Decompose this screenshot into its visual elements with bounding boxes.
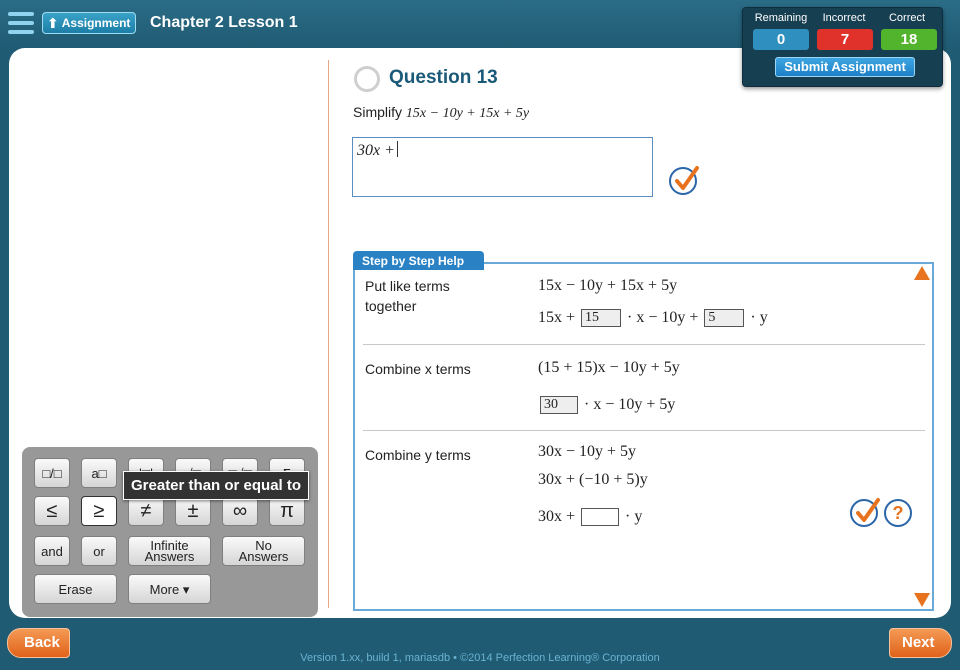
submit-assignment-button[interactable]: Submit Assignment: [775, 57, 915, 77]
checkmark-icon: [675, 166, 699, 190]
and-key[interactable]: and: [34, 536, 70, 566]
check-answer-button[interactable]: [669, 166, 699, 195]
step-expression: 15x − 10y + 15x + 5y: [538, 277, 678, 294]
step-row: Put like terms together 15x − 10y + 15x …: [363, 264, 925, 345]
step-input-box[interactable]: 5: [704, 309, 745, 328]
no-answers-key[interactable]: No Answers: [222, 536, 305, 566]
expr-part: · x − 10y + 5y: [584, 396, 676, 413]
footer-text: Version 1.xx, build 1, mariasdb • ©2014 …: [300, 652, 660, 664]
step-expression: (15 + 15)x − 10y + 5y: [538, 359, 680, 376]
expr-part: 15x +: [538, 309, 576, 326]
help-icon[interactable]: ?: [884, 499, 912, 527]
expr-part: 30x +: [538, 508, 576, 525]
question-status-circle: [354, 66, 380, 92]
expr-part: · y: [625, 508, 643, 525]
expr-part: · y: [750, 309, 768, 326]
keypad-tooltip: Greater than or equal to: [123, 471, 310, 500]
scroll-down-icon[interactable]: [914, 593, 930, 607]
step-expression: 15x + 15 · x − 10y + 5 · y: [538, 309, 768, 328]
correct-count: 18: [881, 29, 937, 50]
score-panel: Remaining 0 Incorrect 7 Correct 18 Submi…: [742, 7, 943, 87]
not-equal-key[interactable]: ≠: [128, 496, 164, 526]
menu-icon[interactable]: [8, 12, 34, 34]
incorrect-label: Incorrect: [822, 12, 866, 24]
divider: [328, 60, 329, 608]
or-key[interactable]: or: [81, 536, 117, 566]
erase-key[interactable]: Erase: [34, 574, 117, 604]
step-row: Combine x terms (15 + 15)x − 10y + 5y 30…: [363, 345, 925, 431]
up-arrow-icon: ⬆: [47, 14, 59, 31]
step-row: Combine y terms 30x − 10y + 5y 30x + (−1…: [363, 431, 925, 571]
incorrect-count: 7: [817, 29, 873, 50]
text-caret: [396, 141, 398, 157]
step-input-box[interactable]: [581, 508, 620, 527]
pi-key[interactable]: π: [269, 496, 305, 526]
step-expression: 30x + · y: [538, 508, 643, 527]
step-expression: 30x + (−10 + 5)y: [538, 471, 648, 488]
step-expression: 30x − 10y + 5y: [538, 443, 637, 460]
plus-minus-key[interactable]: ±: [175, 496, 211, 526]
remaining-label: Remaining: [754, 12, 808, 24]
fraction-key[interactable]: □/□: [34, 458, 70, 488]
assignment-button[interactable]: ⬆ Assignment: [42, 12, 136, 34]
step-label: Combine y terms: [365, 447, 471, 463]
step-expression: 30 · x − 10y + 5y: [538, 396, 676, 415]
infinite-answers-key[interactable]: Infinite Answers: [128, 536, 211, 566]
step-help-tab: Step by Step Help: [353, 251, 484, 270]
step-label: Combine x terms: [365, 361, 471, 377]
check-step-button[interactable]: [850, 498, 880, 527]
correct-label: Correct: [888, 12, 926, 24]
infinity-key[interactable]: ∞: [222, 496, 258, 526]
step-help-panel: Put like terms together 15x − 10y + 15x …: [353, 262, 934, 611]
assignment-label: Assignment: [61, 16, 131, 30]
step-input-box[interactable]: 30: [540, 396, 578, 415]
expr-part: · x − 10y +: [627, 309, 699, 326]
answer-input[interactable]: 30x +: [352, 137, 653, 197]
question-title: Question 13: [389, 67, 498, 88]
greater-equal-key[interactable]: ≥: [81, 496, 117, 526]
step-label: Put like terms together: [365, 278, 450, 314]
less-equal-key[interactable]: ≤: [34, 496, 70, 526]
answer-value: 30x +: [357, 142, 395, 159]
chapter-title: Chapter 2 Lesson 1: [150, 14, 298, 31]
prompt-expression: 15x − 10y + 15x + 5y: [405, 106, 530, 121]
more-key[interactable]: More ▾: [128, 574, 211, 604]
remaining-count: 0: [753, 29, 809, 50]
exponent-key[interactable]: a□: [81, 458, 117, 488]
checkmark-icon: [856, 498, 880, 522]
prompt-prefix: Simplify: [353, 104, 403, 120]
step-input-box[interactable]: 15: [581, 309, 622, 328]
question-prompt: Simplify 15x − 10y + 15x + 5y: [353, 104, 529, 122]
